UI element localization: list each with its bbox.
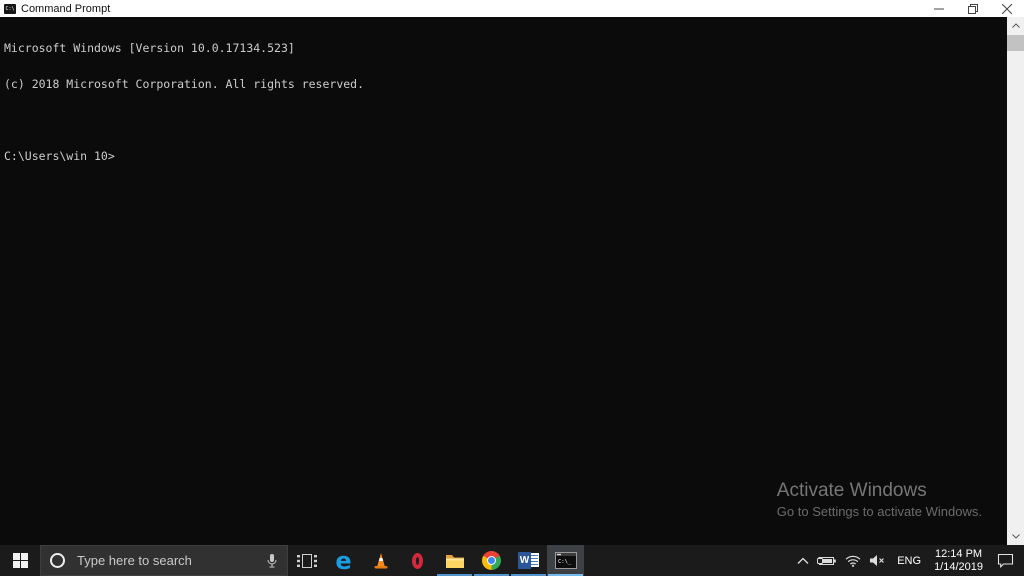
search-placeholder: Type here to search: [77, 553, 266, 568]
word-icon: W: [518, 552, 539, 569]
scrollbar-thumb[interactable]: [1007, 35, 1024, 51]
restore-button[interactable]: [956, 0, 990, 17]
volume-status[interactable]: [865, 545, 890, 576]
taskbar-app-command-prompt[interactable]: C:\_: [547, 545, 584, 576]
console-line: Microsoft Windows [Version 10.0.17134.52…: [4, 42, 1004, 54]
svg-text:C:\_: C:\_: [558, 559, 572, 565]
wifi-icon: [845, 555, 861, 567]
watermark-title: Activate Windows: [777, 480, 982, 502]
vlc-icon: [372, 552, 390, 570]
edge-icon: e: [335, 550, 351, 572]
taskbar-app-word[interactable]: W: [510, 545, 547, 576]
cmd-window-icon[interactable]: C:\: [4, 4, 16, 14]
console[interactable]: Microsoft Windows [Version 10.0.17134.52…: [0, 17, 1024, 545]
network-status[interactable]: [841, 545, 865, 576]
microphone-icon[interactable]: [266, 553, 278, 569]
search-input[interactable]: Type here to search: [40, 545, 288, 576]
clock-time: 12:14 PM: [934, 548, 983, 561]
action-center-icon: [997, 553, 1014, 568]
taskbar: Type here to search: [0, 545, 1024, 576]
taskbar-app-chrome[interactable]: [473, 545, 510, 576]
clock[interactable]: 12:14 PM 1/14/2019: [928, 545, 989, 576]
taskbar-app-file-explorer[interactable]: [436, 545, 473, 576]
chrome-icon: [482, 551, 501, 570]
task-view-button[interactable]: [288, 545, 325, 576]
file-explorer-icon: [445, 553, 465, 569]
action-center-button[interactable]: [989, 545, 1024, 576]
language-indicator[interactable]: ENG: [890, 545, 928, 576]
scroll-down-arrow-icon[interactable]: [1007, 528, 1024, 545]
minimize-button[interactable]: [922, 0, 956, 17]
taskbar-app-edge[interactable]: e: [325, 545, 362, 576]
close-button[interactable]: [990, 0, 1024, 17]
command-prompt-icon: C:\_: [555, 552, 577, 569]
system-tray: ENG 12:14 PM 1/14/2019: [793, 545, 1024, 576]
taskbar-app-vlc[interactable]: [362, 545, 399, 576]
scrollbar[interactable]: [1007, 17, 1024, 545]
window-title: Command Prompt: [21, 3, 922, 15]
chevron-up-icon: [797, 557, 809, 565]
volume-muted-icon: [869, 554, 886, 567]
task-view-icon: [296, 553, 318, 569]
windows-logo-icon: [13, 553, 28, 568]
opera-icon: [412, 553, 423, 569]
cortana-icon: [50, 553, 65, 568]
activate-windows-watermark: Activate Windows Go to Settings to activ…: [777, 480, 982, 519]
tray-overflow-button[interactable]: [793, 545, 813, 576]
battery-charging-icon: [817, 555, 837, 567]
window-titlebar[interactable]: C:\ Command Prompt: [0, 0, 1024, 17]
console-line: [4, 114, 1004, 126]
restore-icon: [968, 4, 978, 14]
console-output: Microsoft Windows [Version 10.0.17134.52…: [4, 18, 1004, 186]
minimize-icon: [934, 4, 944, 14]
watermark-subtitle: Go to Settings to activate Windows.: [777, 504, 982, 519]
console-prompt: C:\Users\win 10>: [4, 150, 1004, 162]
clock-date: 1/14/2019: [934, 561, 983, 574]
battery-status[interactable]: [813, 545, 841, 576]
desktop-screen: C:\ Command Prompt Microsoft Windows [Ve…: [0, 0, 1024, 576]
taskbar-app-opera[interactable]: [399, 545, 436, 576]
scroll-up-arrow-icon[interactable]: [1007, 17, 1024, 34]
console-line: (c) 2018 Microsoft Corporation. All righ…: [4, 78, 1004, 90]
start-button[interactable]: [0, 545, 40, 576]
close-icon: [1002, 4, 1012, 14]
